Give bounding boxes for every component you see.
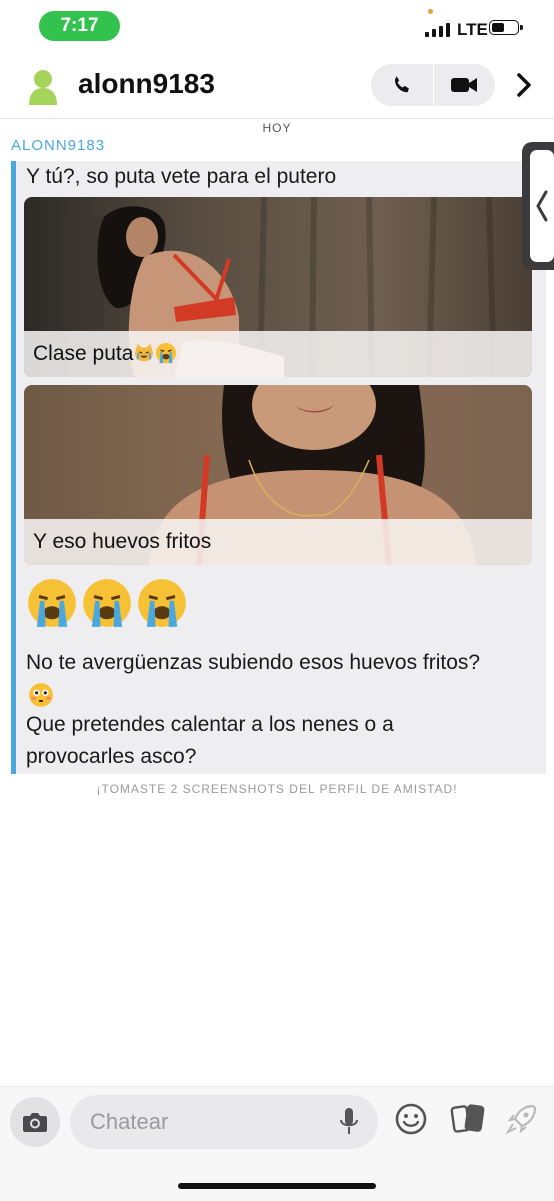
signal-icon xyxy=(425,21,450,37)
camera-icon xyxy=(23,1113,47,1132)
photo-caption: Y eso huevos fritos xyxy=(24,519,532,565)
chat-title[interactable]: alonn9183 xyxy=(78,68,215,100)
message-text[interactable]: Que pretendes calentar a los nenes o a xyxy=(26,709,394,741)
message-text[interactable]: No te avergüenzas subiendo esos huevos f… xyxy=(26,647,480,679)
chevron-right-icon[interactable] xyxy=(511,72,537,98)
battery-icon xyxy=(489,20,523,35)
emoji-smiley-icon[interactable] xyxy=(394,1102,428,1136)
call-actions xyxy=(371,64,495,106)
phone-icon xyxy=(394,76,409,93)
chat-input[interactable] xyxy=(70,1095,378,1149)
camera-button[interactable] xyxy=(10,1097,60,1147)
location-dot-icon xyxy=(428,9,433,14)
rocket-icon[interactable] xyxy=(505,1102,539,1136)
message-text[interactable]: provocarles asco? xyxy=(26,741,196,773)
message-text[interactable]: Y tú?, so puta vete para el putero xyxy=(26,161,336,193)
message-thread: Y tú?, so puta vete para el putero Clase… xyxy=(11,161,546,774)
day-label: HOY xyxy=(262,121,292,135)
emoji-message[interactable] xyxy=(26,577,188,629)
composer-bar xyxy=(0,1086,554,1201)
video-camera-icon xyxy=(451,78,478,92)
network-label: LTE xyxy=(457,20,488,39)
chat-header: alonn9183 xyxy=(0,52,554,119)
cards-icon[interactable] xyxy=(450,1102,486,1136)
photo-message[interactable]: Y eso huevos fritos xyxy=(24,385,532,565)
sender-name: ALONN9183 xyxy=(11,137,106,154)
status-bar: 7:17 LTE xyxy=(0,0,554,52)
side-drawer-tab[interactable] xyxy=(522,142,554,270)
avatar-icon[interactable] xyxy=(25,67,61,107)
loudly-crying-emoji-icon xyxy=(28,579,76,627)
loudly-crying-emoji-icon xyxy=(83,579,131,627)
chevron-left-icon xyxy=(536,190,548,222)
microphone-icon[interactable] xyxy=(338,1107,360,1137)
photo-message[interactable]: Clase puta xyxy=(24,197,532,377)
loudly-crying-emoji-icon xyxy=(138,579,186,627)
loudly-crying-emoji-icon xyxy=(156,342,177,364)
flushed-face-emoji-icon xyxy=(29,683,53,707)
home-indicator xyxy=(178,1183,376,1189)
screenshot-notice: ¡TOMASTE 2 SCREENSHOTS DEL PERFIL DE AMI… xyxy=(96,782,458,796)
voice-call-button[interactable] xyxy=(371,64,433,106)
photo-caption: Clase puta xyxy=(24,331,532,377)
crying-cat-emoji-icon xyxy=(135,343,154,362)
video-call-button[interactable] xyxy=(434,64,496,106)
status-time: 7:17 xyxy=(39,11,120,41)
